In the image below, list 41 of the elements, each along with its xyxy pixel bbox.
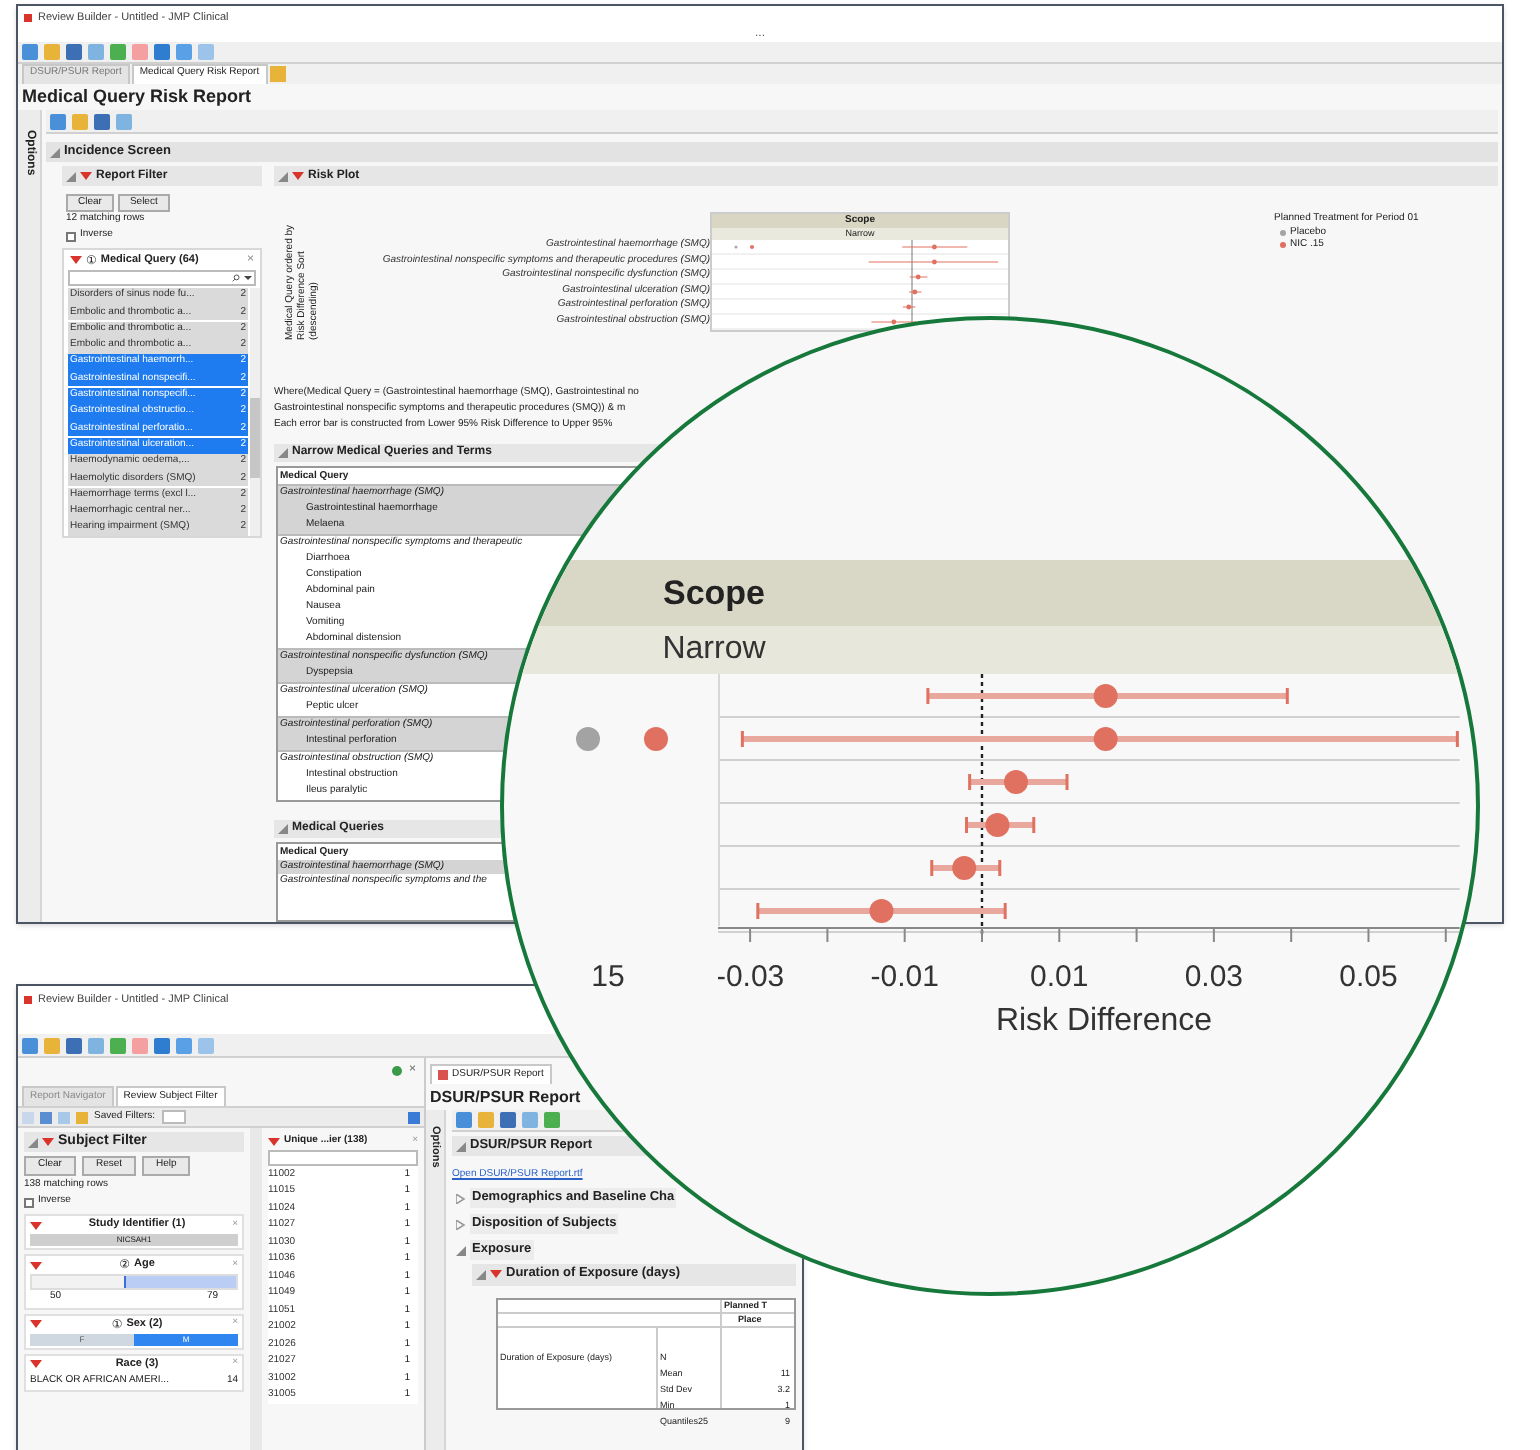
tick-label: 15 — [591, 960, 625, 994]
report-title: Medical Query Risk Report — [22, 83, 252, 110]
point — [1093, 684, 1118, 709]
disclosure-triangle-icon[interactable] — [278, 448, 288, 458]
app-icon — [24, 996, 32, 1004]
menu-triangle-icon[interactable] — [30, 1360, 42, 1368]
disclosure-triangle-icon[interactable] — [278, 171, 288, 181]
axis-title: Risk Difference — [995, 1004, 1213, 1038]
app-icon — [24, 13, 32, 22]
search-field[interactable] — [268, 1150, 418, 1166]
point — [1093, 727, 1118, 751]
disclosure-triangle-icon[interactable] — [66, 171, 76, 181]
tick-label: -0.01 — [870, 960, 939, 994]
subheader-label: Narrow — [662, 630, 766, 670]
menu-triangle-icon[interactable] — [490, 1270, 502, 1278]
tick-label: -0.03 — [718, 960, 785, 994]
disclosure-triangle-icon[interactable] — [456, 1193, 466, 1203]
search-field[interactable] — [68, 270, 256, 286]
disclosure-triangle-icon[interactable] — [278, 824, 288, 834]
tick-label: 0.05 — [1339, 960, 1398, 994]
disclosure-triangle-icon[interactable] — [456, 1219, 466, 1229]
checkbox[interactable] — [24, 1197, 34, 1207]
menu-triangle-icon[interactable] — [42, 1138, 54, 1146]
tick-label: 0.01 — [1030, 960, 1089, 994]
checkbox[interactable] — [66, 231, 76, 241]
disclosure-triangle-icon[interactable] — [28, 1137, 38, 1147]
tick-label: 0.03 — [1184, 960, 1244, 994]
point — [985, 813, 1010, 837]
disclosure-triangle-icon[interactable] — [476, 1269, 486, 1279]
report-title: DSUR/PSUR Report — [430, 1085, 581, 1109]
menu-triangle-icon[interactable] — [292, 172, 304, 180]
caret-icon[interactable] — [244, 276, 252, 280]
point — [1004, 770, 1028, 794]
dropdown[interactable] — [161, 1110, 186, 1124]
point — [869, 899, 894, 923]
point — [952, 856, 977, 880]
disclosure-triangle-icon[interactable] — [456, 1141, 466, 1151]
header-label: Scope — [662, 571, 766, 616]
disclosure-triangle-icon[interactable] — [50, 147, 60, 157]
disclosure-triangle-icon[interactable] — [456, 1245, 466, 1255]
menu-triangle-icon[interactable] — [80, 172, 92, 180]
